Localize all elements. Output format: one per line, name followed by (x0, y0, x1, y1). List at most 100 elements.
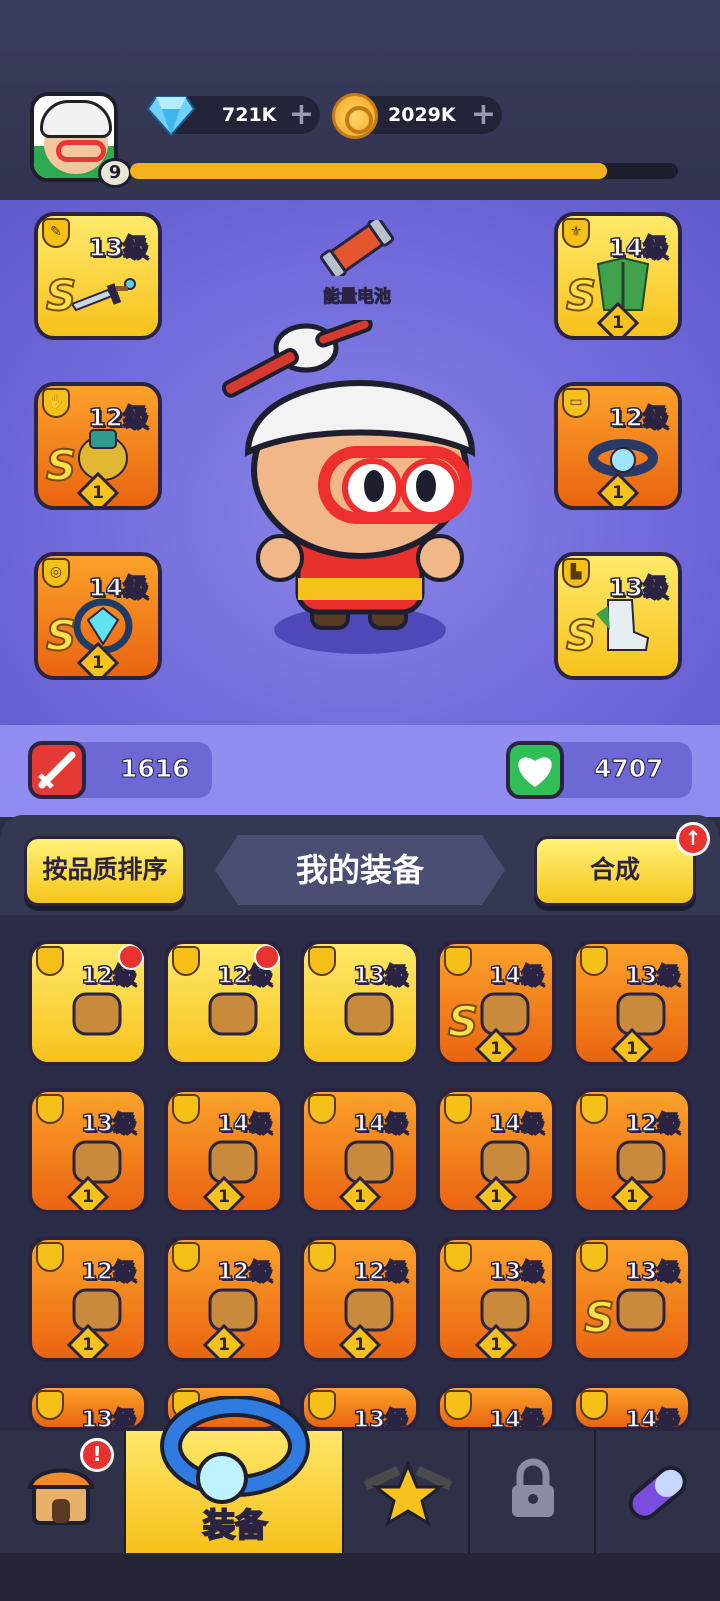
winged-boots-icon (596, 599, 650, 651)
heart-icon (506, 741, 564, 799)
ring-icon (344, 1140, 394, 1184)
inventory-item[interactable]: 12级 1 (164, 1236, 284, 1362)
inventory-item[interactable]: 12级 1 (28, 1236, 148, 1362)
item-type-icon (36, 1242, 64, 1272)
health-value: 4707 (594, 754, 665, 784)
coin-amount: 2029K (388, 104, 456, 126)
gloves-icon (72, 992, 122, 1036)
inventory-item[interactable]: 14级 1 (300, 1088, 420, 1214)
equip-slot-belt[interactable]: ▭ 12级 1 (554, 382, 682, 510)
sword-icon (28, 741, 86, 799)
grade-label: S (447, 996, 479, 1047)
inventory-item[interactable]: 13级 (28, 1384, 148, 1431)
item-type-icon (580, 946, 608, 976)
item-type-icon (36, 1094, 64, 1124)
inventory-item[interactable]: 14级 (572, 1384, 692, 1431)
item-type-icon (444, 1242, 472, 1272)
inventory-item[interactable]: 14级 1 (164, 1088, 284, 1214)
inventory-item[interactable]: 13级 1 (436, 1236, 556, 1362)
star-guns-icon (363, 1461, 453, 1527)
boots-type-icon: ▙ (562, 558, 590, 588)
xp-progress-bar (130, 163, 678, 179)
glove-type-icon: ✋ (42, 388, 70, 418)
cloak-icon (208, 1140, 258, 1184)
boots-icon (616, 1288, 666, 1332)
item-type-icon (308, 1242, 336, 1272)
item-type-icon (444, 1390, 472, 1420)
item-type-icon (36, 946, 64, 976)
armor-type-icon: ⚜ (562, 218, 590, 248)
belt-icon (208, 1288, 258, 1332)
equip-slot-armor[interactable]: ⚜ 14级 S 1 (554, 212, 682, 340)
coin-add-button[interactable]: + (471, 100, 496, 130)
avatar-hat (40, 100, 112, 138)
equip-slot-gloves[interactable]: ✋ 12级 S 1 (34, 382, 162, 510)
player-level-badge: 9 (98, 158, 132, 188)
energy-battery-icon[interactable] (318, 220, 396, 276)
inventory-item[interactable]: 12级 1 (572, 1088, 692, 1214)
merge-upgrade-badge: ↑ (676, 822, 710, 856)
item-type-icon (580, 1390, 608, 1420)
item-type-icon (580, 1094, 608, 1124)
item-type-icon (308, 946, 336, 976)
inventory-item[interactable]: 13级 1 (28, 1088, 148, 1214)
grade-label: S (45, 270, 77, 321)
grade-label: S (565, 610, 597, 661)
grade-label: S (45, 440, 77, 491)
item-type-icon (172, 1242, 200, 1272)
hero-character (221, 320, 476, 654)
ring-type-icon: ◎ (42, 558, 70, 588)
item-type-icon (308, 1390, 336, 1420)
energy-battery-label: 能量电池 (323, 287, 392, 308)
nav-tab-capsule[interactable] (596, 1431, 720, 1553)
ring-icon (480, 1140, 530, 1184)
equipment-ring-icon (160, 1396, 310, 1504)
shop-icon (27, 1468, 95, 1525)
inventory-item[interactable]: 12级 (28, 940, 148, 1066)
item-type-icon (36, 1390, 64, 1420)
inventory-item[interactable]: 14级 (436, 1384, 556, 1431)
armor-icon (480, 992, 530, 1036)
belt-type-icon: ▭ (562, 388, 590, 418)
equip-slot-weapon[interactable]: ✎ 13级 S (34, 212, 162, 340)
merge-button[interactable]: 合成 (534, 836, 696, 906)
diamond-icon (146, 96, 196, 137)
gem-amount: 721K (222, 104, 277, 126)
belt-icon (344, 1288, 394, 1332)
item-type-icon (172, 946, 200, 976)
weapon-type-icon: ✎ (42, 218, 70, 248)
equipment-tab-label: 装备 (202, 1505, 268, 1545)
inventory-item[interactable]: 13级 (300, 1384, 420, 1431)
inventory-item[interactable]: 13级 (300, 940, 420, 1066)
equip-slot-boots[interactable]: ▙ 13级 S (554, 552, 682, 680)
inventory-item[interactable]: 13级 S (572, 1236, 692, 1362)
gloves-icon (208, 992, 258, 1036)
dagger-icon (70, 278, 136, 312)
belt-icon (616, 1140, 666, 1184)
inventory-title: 我的装备 (215, 835, 505, 905)
inventory-item[interactable]: 13级 1 (572, 940, 692, 1066)
inventory-item[interactable]: 12级 1 (300, 1236, 420, 1362)
item-type-icon (308, 1094, 336, 1124)
belt-icon (72, 1288, 122, 1332)
item-type-icon (172, 1094, 200, 1124)
item-type-icon (580, 1242, 608, 1272)
avatar-mask (56, 140, 106, 162)
gem-add-button[interactable]: + (289, 100, 314, 130)
inventory-item[interactable]: 14级 1 (436, 1088, 556, 1214)
shop-alert-badge: ! (80, 1438, 114, 1472)
upgrade-indicator-icon (118, 944, 144, 970)
grade-label: S (565, 270, 597, 321)
lock-icon (512, 1458, 554, 1517)
equip-slot-ring[interactable]: ◎ 14级 S 1 (34, 552, 162, 680)
item-type-icon (444, 1094, 472, 1124)
nav-tab-locked[interactable] (470, 1431, 596, 1553)
coin-icon (332, 93, 378, 139)
knife-icon (616, 992, 666, 1036)
inventory-item[interactable]: 14级 S 1 (436, 940, 556, 1066)
grade-label: S (583, 1292, 615, 1343)
sort-by-quality-button[interactable]: 按品质排序 (24, 836, 186, 906)
nav-tab-talent[interactable] (344, 1431, 470, 1553)
inventory-item[interactable]: 12级 (164, 940, 284, 1066)
grade-label: S (45, 610, 77, 661)
